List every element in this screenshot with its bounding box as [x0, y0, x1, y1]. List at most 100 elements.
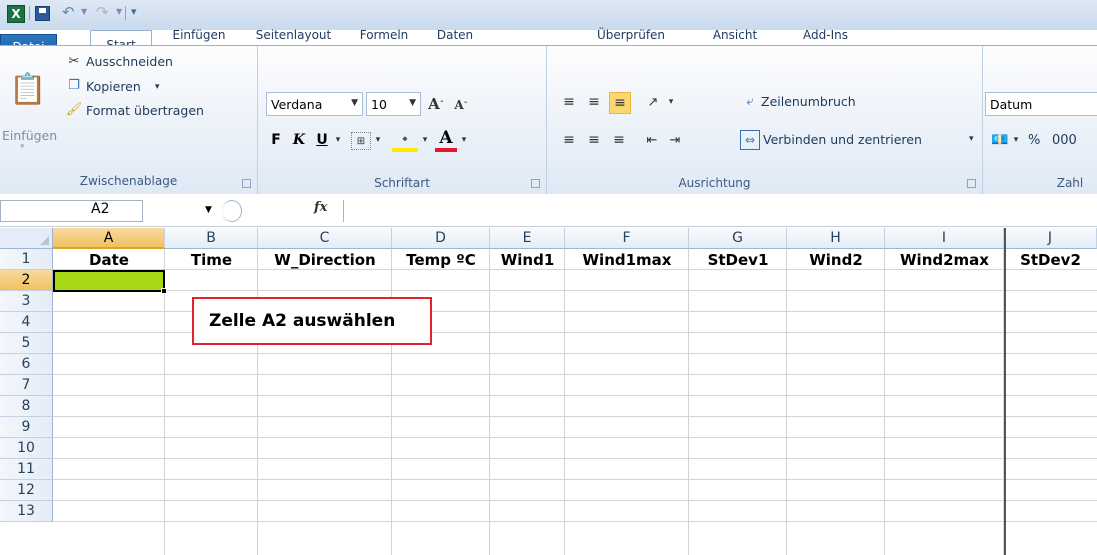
column-header-a[interactable]: A [53, 228, 165, 249]
merge-center-icon[interactable]: ⇔ [740, 130, 760, 150]
paste-button[interactable]: Einfügen [2, 128, 57, 143]
column-header-h[interactable]: H [787, 228, 885, 249]
font-launcher-icon[interactable] [531, 179, 540, 188]
row-header-1[interactable]: 1 [0, 249, 53, 270]
tab-add-ins[interactable]: Add-Ins [793, 23, 858, 47]
align-top-icon[interactable]: ≡ [559, 92, 579, 112]
column-header-d[interactable]: D [392, 228, 490, 249]
column-header-e[interactable]: E [490, 228, 565, 249]
row-header-12[interactable]: 12 [0, 480, 53, 501]
increase-indent-icon[interactable]: ⇥ [665, 130, 685, 150]
select-all-button[interactable] [0, 228, 53, 249]
row-header-2[interactable]: 2 [0, 270, 53, 291]
wrap-text-icon[interactable]: ⤶ [740, 91, 760, 111]
insert-function-icon[interactable]: fx [314, 200, 327, 215]
orientation-dropdown-icon[interactable]: ▾ [666, 94, 676, 110]
align-right-icon[interactable]: ≡ [609, 130, 629, 150]
currency-format-icon[interactable]: 💶 [989, 130, 1011, 150]
font-group: Verdana ▼ 10 ▼ Aˆ Aˇ F K U ▾ ⊞ ▾ ⬩ ▾ A ▾… [258, 46, 547, 194]
scissors-icon[interactable]: ✂ [66, 53, 82, 69]
name-box[interactable]: A2 [0, 200, 143, 222]
fill-color-dropdown-icon[interactable]: ▾ [419, 132, 431, 148]
cell-i1[interactable]: Wind2max [885, 249, 1004, 270]
paste-icon[interactable]: 📋 [9, 54, 46, 124]
align-bottom-icon[interactable]: ≡ [609, 92, 631, 114]
align-center-icon[interactable]: ≡ [584, 130, 604, 150]
row-header-4[interactable]: 4 [0, 312, 53, 333]
cut-button[interactable]: Ausschneiden [86, 54, 173, 69]
formula-input[interactable] [346, 202, 1086, 220]
align-left-icon[interactable]: ≡ [559, 130, 579, 150]
tab-ueberpruefen[interactable]: Überprüfen [575, 23, 687, 47]
format-painter-button[interactable]: Format übertragen [86, 103, 204, 118]
column-header-c[interactable]: C [258, 228, 392, 249]
font-size-select[interactable]: 10 ▼ [366, 92, 421, 116]
formula-resize-icon[interactable] [222, 200, 242, 222]
merge-center-button[interactable]: Verbinden und zentrieren [763, 132, 922, 147]
borders-dropdown-icon[interactable]: ▾ [372, 132, 384, 148]
tab-einfuegen[interactable]: Einfügen [164, 23, 234, 47]
align-middle-icon[interactable]: ≡ [584, 92, 604, 112]
cell-e1[interactable]: Wind1 [490, 249, 565, 270]
copy-dropdown-icon[interactable]: ▾ [155, 82, 160, 92]
column-gridline [164, 249, 165, 555]
font-name-select[interactable]: Verdana ▼ [266, 92, 363, 116]
cell-j1[interactable]: StDev2 [1004, 249, 1097, 270]
row-header-8[interactable]: 8 [0, 396, 53, 417]
thousands-separator-button[interactable]: 000 [1052, 133, 1077, 148]
underline-button[interactable]: U [312, 130, 332, 150]
copy-button[interactable]: Kopieren [86, 79, 141, 94]
font-name-value: Verdana [271, 96, 323, 112]
column-header-j[interactable]: J [1004, 228, 1097, 249]
wrap-text-button[interactable]: Zeilenumbruch [761, 94, 856, 109]
row-header-10[interactable]: 10 [0, 438, 53, 459]
group-label-number: Zahl [1056, 176, 1084, 190]
bold-button[interactable]: F [266, 130, 286, 150]
name-box-dropdown-icon[interactable]: ▼ [205, 205, 212, 215]
row-header-5[interactable]: 5 [0, 333, 53, 354]
percent-style-button[interactable]: % [1028, 133, 1040, 148]
column-header-i[interactable]: I [885, 228, 1004, 249]
column-header-f[interactable]: F [565, 228, 689, 249]
underline-dropdown-icon[interactable]: ▾ [332, 132, 344, 148]
alignment-launcher-icon[interactable] [967, 179, 976, 188]
fill-color-icon[interactable]: ⬩ [392, 128, 418, 152]
column-header-b[interactable]: B [165, 228, 258, 249]
paste-dropdown-icon[interactable]: ▾ [20, 142, 25, 152]
orientation-icon[interactable]: ↗ [642, 92, 664, 112]
tab-seitenlayout[interactable]: Seitenlayout [246, 23, 341, 47]
row-header-3[interactable]: 3 [0, 291, 53, 312]
cell-g1[interactable]: StDev1 [689, 249, 787, 270]
currency-dropdown-icon[interactable]: ▾ [1011, 132, 1021, 148]
italic-button[interactable]: K [289, 130, 309, 150]
row-header-7[interactable]: 7 [0, 375, 53, 396]
name-box-value: A2 [91, 201, 110, 217]
row-header-9[interactable]: 9 [0, 417, 53, 438]
clipboard-launcher-icon[interactable] [242, 179, 251, 188]
fill-handle[interactable] [161, 288, 167, 294]
font-color-dropdown-icon[interactable]: ▾ [458, 132, 470, 148]
borders-icon[interactable]: ⊞ [351, 132, 371, 150]
row-header-6[interactable]: 6 [0, 354, 53, 375]
tab-ansicht[interactable]: Ansicht [700, 23, 770, 47]
row-header-13[interactable]: 13 [0, 501, 53, 522]
column-header-g[interactable]: G [689, 228, 787, 249]
format-painter-icon[interactable]: 🖌 [66, 101, 83, 117]
decrease-indent-icon[interactable]: ⇤ [642, 130, 662, 150]
merge-center-dropdown-icon[interactable]: ▾ [969, 134, 974, 144]
cell-c1[interactable]: W_Direction [258, 249, 392, 270]
copy-icon[interactable]: ❐ [66, 77, 82, 93]
cell-b1[interactable]: Time [165, 249, 258, 270]
cell-f1[interactable]: Wind1max [565, 249, 689, 270]
cell-a1[interactable]: Date [53, 249, 165, 270]
tab-formeln[interactable]: Formeln [349, 23, 419, 47]
cell-h1[interactable]: Wind2 [787, 249, 885, 270]
font-color-icon[interactable]: A [435, 128, 457, 152]
shrink-font-icon[interactable]: Aˇ [451, 94, 471, 116]
row-header-11[interactable]: 11 [0, 459, 53, 480]
tab-daten[interactable]: Daten [425, 23, 485, 47]
number-format-select[interactable]: Datum [985, 92, 1097, 116]
selected-cell-a2[interactable] [53, 270, 167, 294]
grow-font-icon[interactable]: Aˆ [424, 92, 448, 116]
cell-d1[interactable]: Temp ºC [392, 249, 490, 270]
